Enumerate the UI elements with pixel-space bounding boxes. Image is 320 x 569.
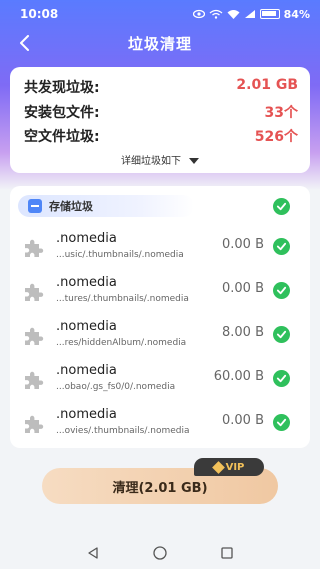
- summary-card: 共发现垃圾: 2.01 GB 安装包文件: 33个 空文件垃圾: 526个 详细…: [10, 67, 310, 173]
- summary-row-apk: 安装包文件: 33个: [24, 102, 298, 122]
- system-navbar: [0, 536, 320, 569]
- file-name: .nomedia: [56, 231, 117, 246]
- app-header: 垃圾清理: [0, 28, 320, 58]
- file-checkbox[interactable]: [273, 414, 290, 431]
- category-header-storage[interactable]: 存储垃圾: [18, 195, 194, 217]
- puzzle-icon: [22, 412, 46, 436]
- puzzle-icon: [22, 280, 46, 304]
- file-checkbox[interactable]: [273, 326, 290, 343]
- file-path: ...res/hiddenAlbum/.nomedia: [56, 338, 187, 348]
- puzzle-icon: [22, 236, 46, 260]
- check-icon: [276, 241, 287, 252]
- category-label: 存储垃圾: [49, 200, 93, 213]
- file-size: 8.00 B: [222, 325, 264, 340]
- status-icons: 84%: [192, 7, 310, 21]
- puzzle-icon: [22, 368, 46, 392]
- signal-icon: [244, 10, 255, 18]
- vip-label: VIP: [225, 461, 245, 473]
- page-title: 垃圾清理: [127, 34, 192, 53]
- file-name: .nomedia: [56, 275, 117, 290]
- check-icon: [276, 202, 287, 211]
- battery-icon: [259, 9, 280, 19]
- puzzle-icon: [22, 324, 46, 348]
- caret-down-icon: [189, 158, 199, 164]
- file-path: ...tures/.thumbnails/.nomedia: [56, 294, 189, 304]
- status-time: 10:08: [20, 7, 59, 21]
- file-size: 0.00 B: [222, 281, 264, 296]
- nav-back-icon[interactable]: [87, 546, 99, 559]
- file-path: ...obao/.gs_fs0/0/.nomedia: [56, 382, 176, 392]
- file-size: 0.00 B: [222, 413, 264, 428]
- detail-toggle[interactable]: 详细垃圾如下: [10, 152, 310, 167]
- check-icon: [276, 417, 287, 428]
- file-path: ...ovies/.thumbnails/.nomedia: [56, 426, 190, 436]
- battery-percentage: 84%: [283, 7, 310, 21]
- status-bar: 10:08 84%: [0, 0, 320, 28]
- nav-home-icon[interactable]: [153, 545, 167, 560]
- file-size: 0.00 B: [222, 237, 264, 252]
- check-icon: [276, 285, 287, 296]
- file-name: .nomedia: [56, 363, 117, 378]
- summary-label: 共发现垃圾:: [24, 80, 100, 96]
- detail-toggle-label: 详细垃圾如下: [121, 156, 181, 167]
- check-icon: [276, 373, 287, 384]
- file-name: .nomedia: [56, 407, 117, 422]
- summary-value: 33个: [264, 105, 298, 121]
- wifi-icon: [227, 10, 240, 19]
- check-icon: [276, 329, 287, 340]
- eye-icon: [192, 9, 205, 19]
- summary-row-total: 共发现垃圾: 2.01 GB: [24, 77, 298, 97]
- vip-badge: VIP: [194, 458, 264, 476]
- file-checkbox[interactable]: [273, 370, 290, 387]
- file-name: .nomedia: [56, 319, 117, 334]
- junk-list-card: 存储垃圾 .nomedia ...usic/.thumbnails/.nomedi…: [10, 186, 310, 448]
- wifi-calling-icon: [209, 9, 223, 19]
- clean-button-label: 清理(2.01 GB): [112, 480, 208, 496]
- summary-label: 空文件垃圾:: [24, 129, 100, 145]
- summary-value: 526个: [254, 129, 298, 145]
- file-path: ...usic/.thumbnails/.nomedia: [56, 250, 184, 260]
- chevron-left-icon: [20, 35, 29, 51]
- category-checkbox[interactable]: [273, 198, 290, 215]
- nav-recents-icon[interactable]: [221, 546, 233, 559]
- file-row[interactable]: .nomedia ...obao/.gs_fs0/0/.nomedia 60.00 …: [10, 361, 310, 401]
- storage-icon: [28, 199, 42, 213]
- file-size: 60.00 B: [213, 369, 264, 384]
- back-button[interactable]: [12, 30, 38, 56]
- file-checkbox[interactable]: [273, 238, 290, 255]
- diamond-icon: [211, 460, 225, 474]
- summary-value: 2.01 GB: [236, 77, 298, 93]
- summary-label: 安装包文件:: [24, 105, 100, 121]
- file-row[interactable]: .nomedia ...ovies/.thumbnails/.nomedia 0.0…: [10, 405, 310, 445]
- file-row[interactable]: .nomedia ...usic/.thumbnails/.nomedia 0.00…: [10, 229, 310, 269]
- file-row[interactable]: .nomedia ...res/hiddenAlbum/.nomedia 8.00 …: [10, 317, 310, 357]
- file-row[interactable]: .nomedia ...tures/.thumbnails/.nomedia 0.0…: [10, 273, 310, 313]
- file-checkbox[interactable]: [273, 282, 290, 299]
- summary-row-empty: 空文件垃圾: 526个: [24, 126, 298, 146]
